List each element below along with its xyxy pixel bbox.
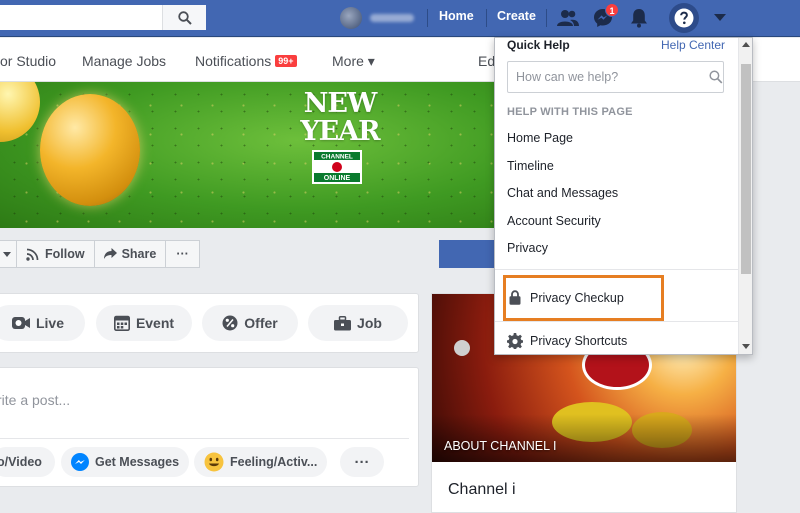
photo-video-button[interactable]: o/Video [0,447,55,477]
friends-icon [557,10,579,26]
image-gradient-overlay [432,414,736,462]
notifications-tab[interactable]: Notifications 99+ [195,53,297,69]
help-item-privacy[interactable]: Privacy [507,241,548,255]
video-camera-icon [11,317,30,329]
search-icon [709,70,723,84]
friend-requests-button[interactable] [556,6,580,30]
get-messages-button[interactable]: Get Messages [61,447,190,477]
share-arrow-icon [103,248,117,259]
create-post-actions-card: Live Event Offer Job [0,293,419,353]
live-label: Live [35,315,64,331]
image-decoration [454,340,470,356]
channel-logo: CHANNEL ONLINE [312,150,362,184]
percent-tag-icon [222,315,238,331]
notifications-tab-label: Notifications [195,53,272,69]
account-menu-button[interactable] [708,6,732,30]
more-composer-options-button[interactable]: ··· [340,447,384,477]
menu-divider [495,321,738,322]
create-offer-button[interactable]: Offer [202,305,298,341]
profile-name-blurred [370,14,414,22]
privacy-shortcuts-item[interactable]: Privacy Shortcuts [507,333,627,349]
feeling-label: Feeling/Activ... [230,455,318,469]
follow-button[interactable]: Follow [16,240,95,268]
creator-studio-link[interactable]: or Studio [0,53,56,69]
caret-down-icon [3,251,11,257]
composer-card: rite a post... o/Video Get Messages Feel… [0,367,419,487]
share-button[interactable]: Share [93,240,167,268]
highlight-box [503,275,664,321]
calendar-icon [113,315,130,331]
scroll-down-arrow[interactable] [742,344,750,349]
edit-page-link[interactable]: Ed [478,53,495,69]
follow-label: Follow [45,247,85,261]
composer-divider [0,438,409,439]
about-caption: ABOUT CHANNEL I [444,439,557,453]
primary-cta-button[interactable] [439,240,499,268]
dropdown-scrollbar[interactable] [738,38,752,354]
gear-icon [507,333,523,349]
rss-icon [26,248,39,261]
help-search-field[interactable] [507,61,724,93]
caret-down-icon [714,14,726,21]
briefcase-icon [334,315,352,330]
liked-dropdown-button[interactable] [0,240,17,268]
cover-title-line: YEAR [300,116,380,147]
profile-shortcut[interactable] [340,6,414,30]
help-search-input[interactable] [516,70,694,84]
nav-divider [427,9,428,27]
messages-count-badge: 1 [605,3,619,17]
bell-icon [631,9,647,28]
help-center-link[interactable]: Help Center [661,38,725,52]
privacy-shortcuts-label: Privacy Shortcuts [530,334,628,348]
smiley-icon [204,452,224,472]
top-navigation-bar: Home Create 1 [0,0,800,37]
nav-divider [546,9,547,27]
nav-divider [486,9,487,27]
help-item-account-security[interactable]: Account Security [507,214,601,228]
feeling-activity-button[interactable]: Feeling/Activ... [194,447,328,477]
home-link[interactable]: Home [439,9,474,23]
event-label: Event [135,315,175,331]
offer-label: Offer [244,315,278,331]
notifications-count-badge: 99+ [275,55,297,67]
ornament-decoration [40,94,140,206]
notifications-button[interactable] [627,6,651,30]
help-section-title: HELP WITH THIS PAGE [507,106,633,118]
cover-title: NEW YEAR [280,90,400,146]
job-label: Job [357,315,382,331]
quick-help-heading: Quick Help [507,38,570,52]
help-item-home-page[interactable]: Home Page [507,131,573,145]
share-label: Share [121,247,157,261]
photo-video-label: o/Video [0,455,42,469]
scroll-thumb[interactable] [741,64,751,274]
more-actions-button[interactable]: ··· [165,240,200,268]
write-post-placeholder[interactable]: rite a post... [0,392,70,408]
search-icon [177,10,192,25]
page-action-bar: Follow Share ··· [0,240,200,268]
more-menu[interactable]: More ▾ [332,53,375,70]
get-messages-label: Get Messages [95,455,180,469]
create-event-button[interactable]: Event [96,305,192,341]
logo-bottom-text: ONLINE [324,175,351,182]
question-mark-icon [674,8,694,28]
scroll-up-arrow[interactable] [742,42,750,47]
search-button[interactable] [162,5,206,30]
logo-top-text: CHANNEL [321,154,353,161]
page-name[interactable]: Channel i [448,481,516,499]
menu-divider [495,269,738,270]
help-item-timeline[interactable]: Timeline [507,159,554,173]
go-live-button[interactable]: Live [0,305,85,341]
help-item-chat-messages[interactable]: Chat and Messages [507,186,618,200]
create-link[interactable]: Create [497,9,536,23]
cover-title-line: NEW [303,88,378,119]
quick-help-dropdown: Quick Help Help Center HELP WITH THIS PA… [494,37,753,355]
manage-jobs-link[interactable]: Manage Jobs [82,53,166,69]
cover-photo[interactable]: NEW YEAR CHANNEL ONLINE [0,82,495,228]
avatar [340,7,362,29]
create-job-button[interactable]: Job [308,305,408,341]
quick-help-button[interactable] [669,3,699,33]
messenger-icon [71,453,89,471]
